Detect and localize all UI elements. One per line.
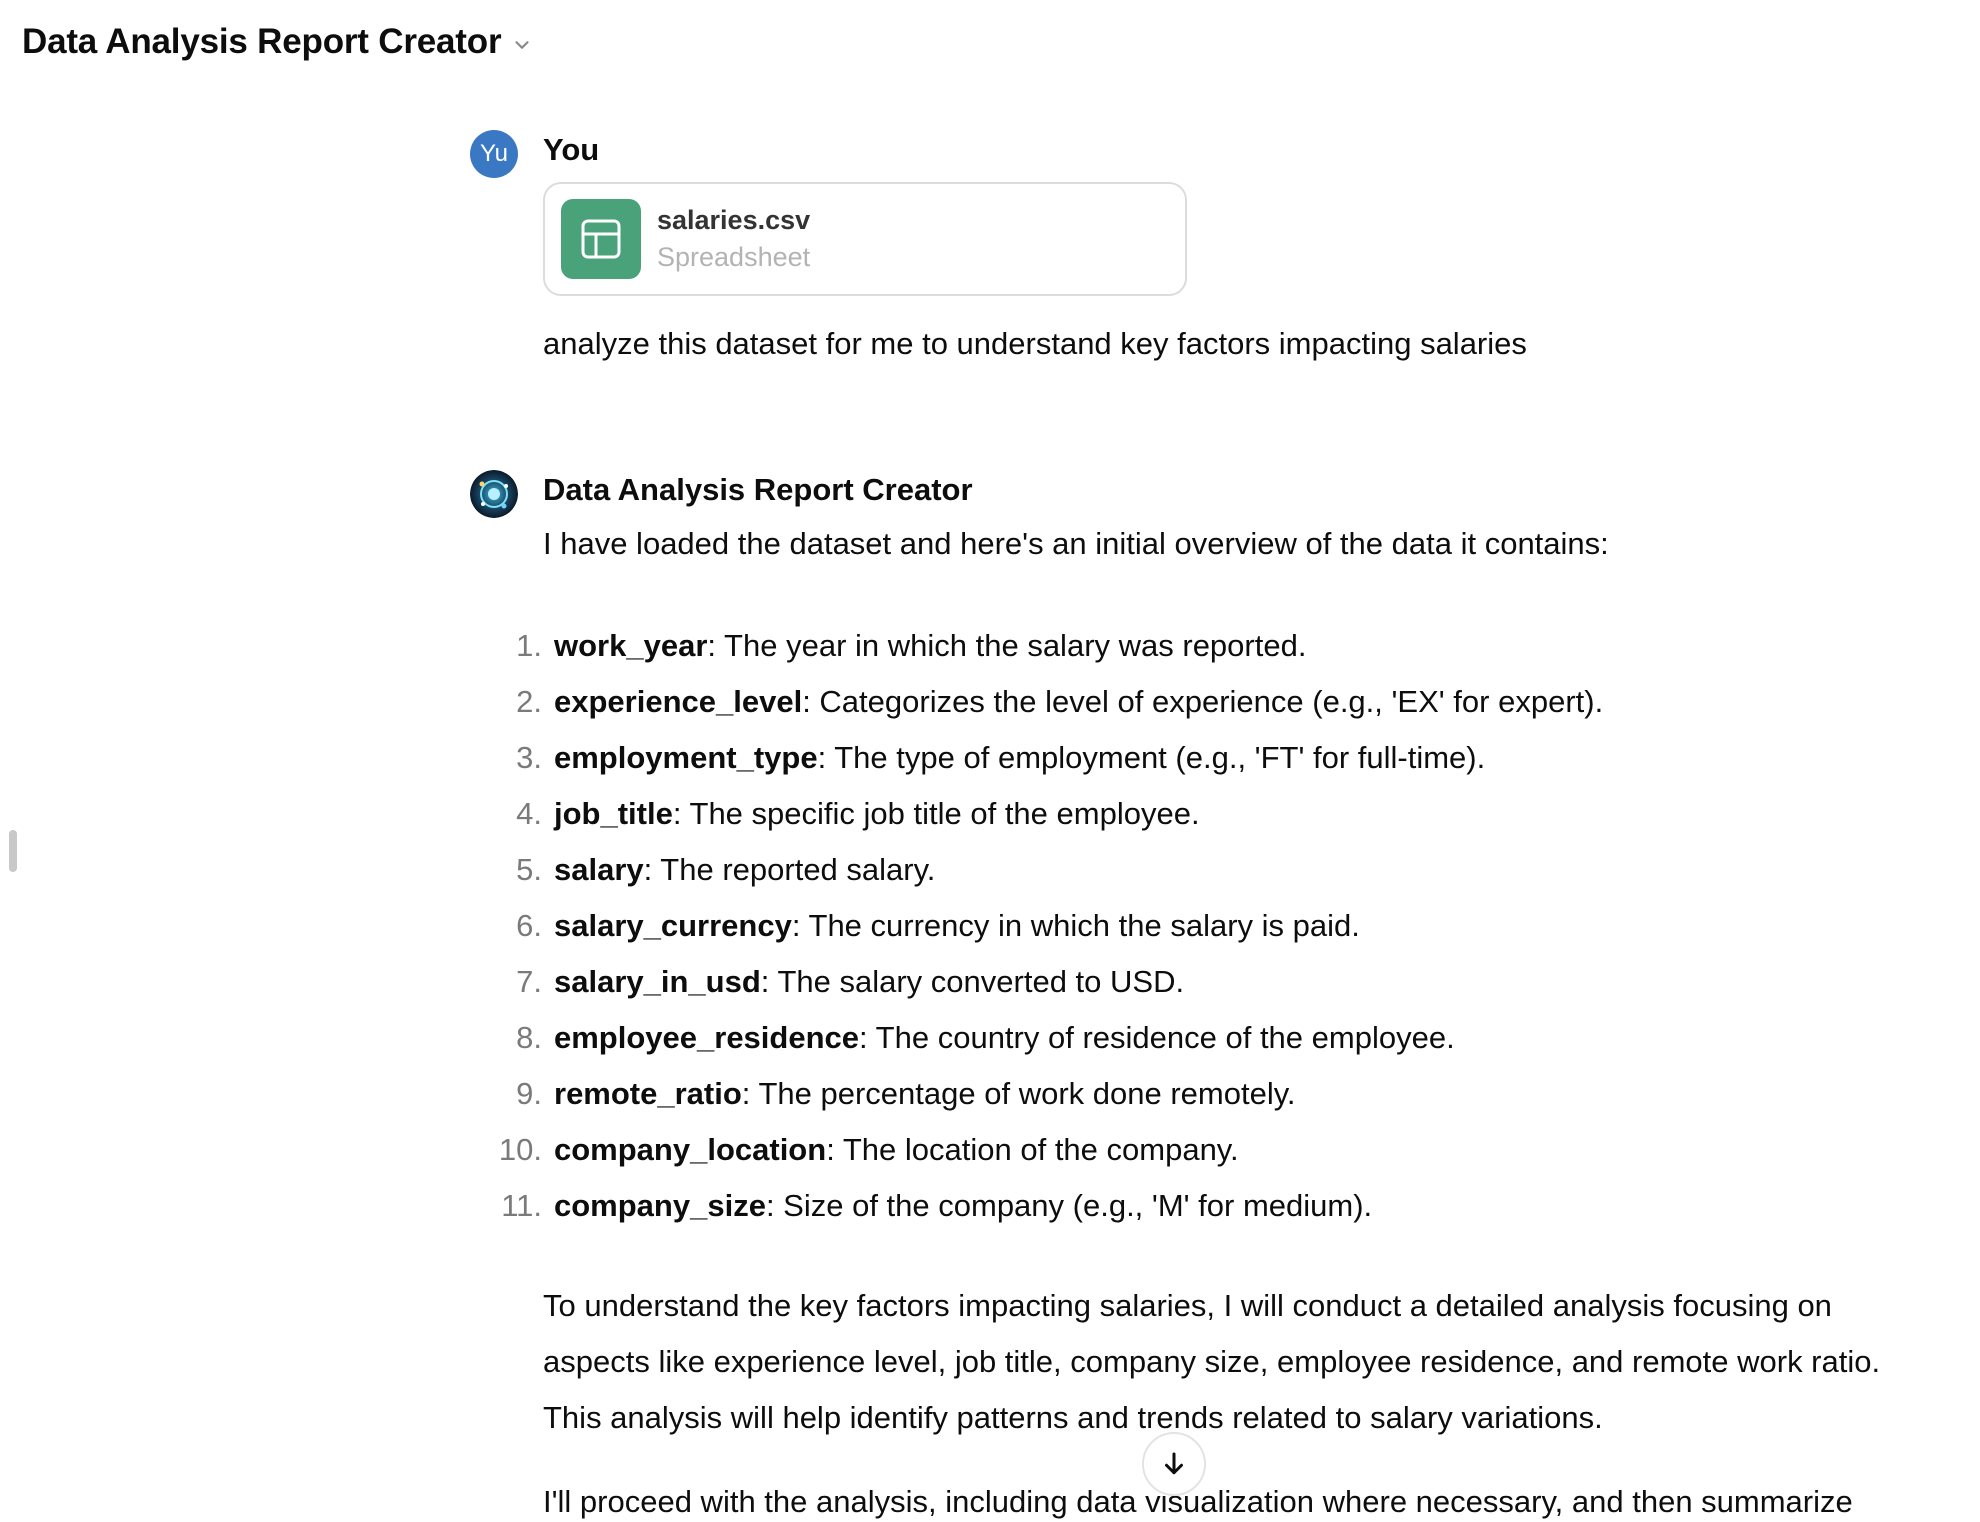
field-description: : The reported salary. — [643, 852, 936, 887]
assistant-intro-text: I have loaded the dataset and here's an … — [543, 526, 1609, 561]
chat-page: Data Analysis Report Creator Yu You sala… — [0, 0, 1980, 1522]
list-item-number: 6. — [516, 908, 542, 943]
field-description: : The currency in which the salary is pa… — [791, 908, 1360, 943]
user-author-label: You — [543, 132, 600, 167]
field-description: : The salary converted to USD. — [760, 964, 1185, 999]
field-description: : The year in which the salary was repor… — [707, 628, 1307, 663]
table-icon — [561, 199, 641, 279]
field-description: : The specific job title of the employee… — [672, 796, 1200, 831]
list-item-number: 1. — [516, 628, 542, 663]
list-item-number: 2. — [516, 684, 542, 719]
field-name: salary — [554, 852, 644, 887]
list-item-number: 11. — [501, 1188, 542, 1223]
list-item-number: 9. — [516, 1076, 542, 1111]
arrow-down-icon — [1165, 1452, 1183, 1475]
list-item-number: 7. — [516, 964, 542, 999]
user-avatar: Yu — [470, 130, 518, 178]
next-steps-paragraph: I'll proceed with the analysis, includin… — [543, 1484, 1853, 1519]
field-name: employment_type — [554, 740, 818, 775]
field-name: work_year — [554, 628, 708, 663]
field-name: company_location — [554, 1132, 827, 1167]
assistant-avatar — [470, 470, 518, 518]
gpt-selector[interactable]: Data Analysis Report Creator — [22, 22, 533, 62]
field-description: : Categorizes the level of experience (e… — [802, 684, 1604, 719]
chevron-down-icon — [515, 41, 529, 49]
field-name: salary_currency — [554, 908, 792, 943]
user-message-text: analyze this dataset for me to understan… — [543, 326, 1527, 361]
scroll-to-bottom-button[interactable] — [1142, 1432, 1206, 1496]
field-name: company_size — [554, 1188, 766, 1223]
field-description: : The location of the company. — [826, 1132, 1239, 1167]
file-attachment-card[interactable]: salaries.csv Spreadsheet — [543, 182, 1187, 296]
field-description: : Size of the company (e.g., 'M' for med… — [765, 1188, 1373, 1223]
list-item-number: 8. — [516, 1020, 542, 1055]
sidebar-resize-handle[interactable] — [9, 830, 17, 872]
list-item-number: 5. — [516, 852, 542, 887]
field-name: employee_residence — [554, 1020, 860, 1055]
list-item-number: 3. — [516, 740, 542, 775]
app-title: Data Analysis Report Creator — [22, 22, 502, 61]
field-name: experience_level — [554, 684, 803, 719]
list-item-number: 10. — [498, 1132, 542, 1167]
field-name: salary_in_usd — [554, 964, 761, 999]
field-description: : The type of employment (e.g., 'FT' for… — [817, 740, 1486, 775]
field-name: job_title — [554, 796, 673, 831]
file-name: salaries.csv — [657, 205, 811, 235]
file-type: Spreadsheet — [657, 242, 811, 272]
assistant-author-label: Data Analysis Report Creator — [543, 472, 973, 507]
analysis-plan-paragraph: To understand the key factors impacting … — [543, 1288, 1881, 1435]
list-item-number: 4. — [516, 796, 542, 831]
field-name: remote_ratio — [554, 1076, 742, 1111]
field-description: : The percentage of work done remotely. — [741, 1076, 1296, 1111]
field-description: : The country of residence of the employ… — [859, 1020, 1455, 1055]
